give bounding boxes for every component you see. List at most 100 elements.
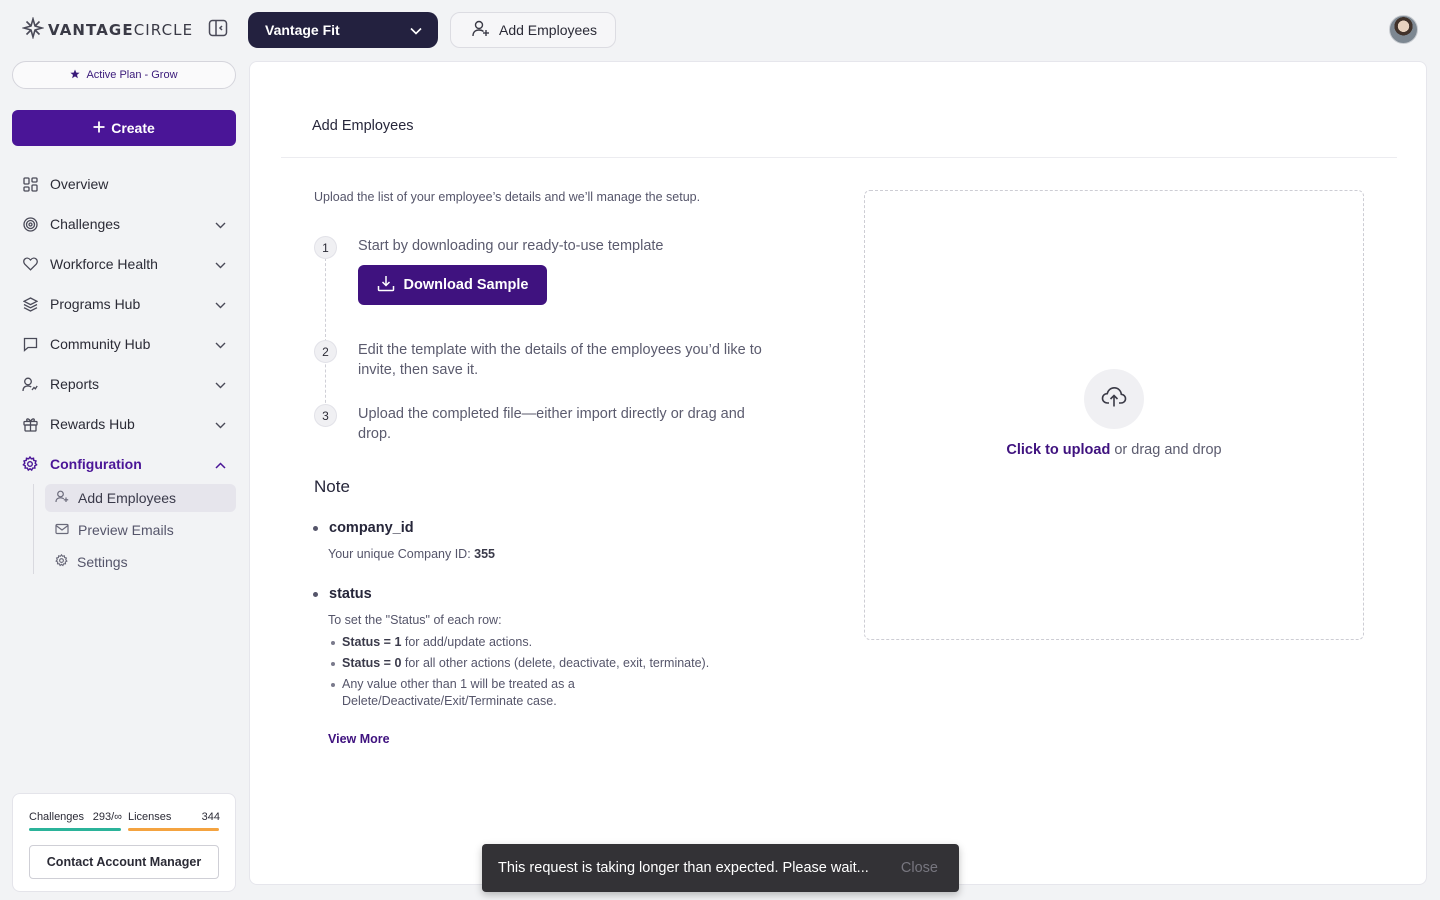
layers-icon <box>22 296 38 312</box>
logo-wordmark: VANTAGECIRCLE <box>48 21 194 39</box>
avatar[interactable] <box>1389 15 1418 44</box>
subnav-item-add-employees[interactable]: Add Employees <box>45 484 236 512</box>
company-id-value: 355 <box>474 547 496 561</box>
upload-instructions: Click to upload or drag and drop <box>1006 442 1222 458</box>
sidebar-item-programs-hub[interactable]: Programs Hub <box>12 284 236 324</box>
licenses-usage-label: Licenses <box>128 811 172 823</box>
heart-icon <box>22 256 38 272</box>
licenses-usage: Licenses 344 <box>128 811 220 823</box>
sidebar-item-label: Workforce Health <box>50 256 158 272</box>
sidebar-item-community-hub[interactable]: Community Hub <box>12 324 236 364</box>
message-icon <box>22 336 38 352</box>
subnav-item-preview-emails[interactable]: Preview Emails <box>45 516 236 544</box>
active-plan-label: Active Plan - Grow <box>86 69 178 81</box>
note-status-key: status <box>312 583 782 605</box>
sidebar-item-label: Community Hub <box>50 336 151 352</box>
sidebar-item-label: Challenges <box>50 216 121 232</box>
status-rule: Status = 0 for all other actions (delete… <box>328 655 782 672</box>
header-add-employees-button[interactable]: Add Employees <box>450 12 616 48</box>
contact-account-manager-button[interactable]: Contact Account Manager <box>29 845 219 879</box>
sidebar-toggle-button[interactable] <box>206 19 230 41</box>
download-sample-label: Download Sample <box>403 277 529 293</box>
grid-icon <box>22 176 38 192</box>
company-id-text: Your unique Company ID: 355 <box>328 547 496 561</box>
intro-text: Upload the list of your employee’s detai… <box>314 190 701 204</box>
view-more-link[interactable]: View More <box>328 732 390 746</box>
user-chart-icon <box>22 376 38 392</box>
steps-connector <box>325 258 326 413</box>
step-3: 3 Upload the completed file—either impor… <box>314 404 768 444</box>
chevron-down-icon <box>215 416 226 432</box>
sidebar-item-rewards-hub[interactable]: Rewards Hub <box>12 404 236 444</box>
gear-icon <box>22 456 38 472</box>
sidebar-nav: Overview Challenges Workforce Health Pro… <box>12 164 236 580</box>
upload-icon-badge <box>1084 369 1144 429</box>
licenses-usage-bar <box>128 828 219 831</box>
status-rules: Status = 1 for add/update actions. Statu… <box>328 634 782 710</box>
chevron-down-icon <box>410 22 422 38</box>
chevron-down-icon <box>215 376 226 392</box>
sidebar-item-workforce-health[interactable]: Workforce Health <box>12 244 236 284</box>
active-plan-badge[interactable]: Active Plan - Grow <box>12 61 236 89</box>
sidebar-item-configuration[interactable]: Configuration <box>12 444 236 484</box>
sidebar-item-label: Reports <box>50 376 100 392</box>
step-1: 1 Start by downloading our ready-to-use … <box>314 236 768 259</box>
note-list: company_id Your unique Company ID: 355 s… <box>312 517 782 714</box>
product-switcher-label: Vantage Fit <box>265 22 340 38</box>
plus-icon <box>93 120 105 136</box>
chevron-down-icon <box>215 296 226 312</box>
header-add-employees-label: Add Employees <box>499 22 598 38</box>
subnav-item-label: Add Employees <box>78 490 177 506</box>
chevron-down-icon <box>215 216 226 232</box>
status-intro: To set the "Status" of each row: <box>328 613 502 627</box>
challenges-usage: Challenges 293/∞ <box>29 811 122 823</box>
target-icon <box>22 216 38 232</box>
mail-icon <box>55 522 69 538</box>
brand-logo[interactable]: VANTAGECIRCLE <box>21 15 194 44</box>
page-title: Add Employees <box>312 118 414 134</box>
toast-close-button[interactable]: Close <box>901 860 938 876</box>
subnav-item-label: Preview Emails <box>78 522 174 538</box>
user-plus-icon <box>55 490 69 506</box>
logo-mark-icon <box>21 15 45 44</box>
status-rule: Any value other than 1 will be treated a… <box>328 676 588 710</box>
cloud-upload-icon <box>1101 386 1127 413</box>
loading-toast: This request is taking longer than expec… <box>482 844 959 892</box>
step-number: 1 <box>314 236 337 259</box>
product-switcher[interactable]: Vantage Fit <box>248 12 438 48</box>
create-button[interactable]: Create <box>12 110 236 146</box>
main-panel: Add Employees Upload the list of your em… <box>249 61 1427 885</box>
create-button-label: Create <box>111 120 155 136</box>
download-sample-button[interactable]: Download Sample <box>358 265 547 305</box>
toast-message: This request is taking longer than expec… <box>498 860 869 876</box>
step-2: 2 Edit the template with the details of … <box>314 340 768 380</box>
challenges-usage-label: Challenges <box>29 811 85 823</box>
click-to-upload-link[interactable]: Click to upload <box>1006 442 1110 458</box>
sidebar-item-challenges[interactable]: Challenges <box>12 204 236 244</box>
note-company-id-key: company_id <box>312 517 782 539</box>
chevron-up-icon <box>215 456 226 472</box>
step-number: 2 <box>314 340 337 363</box>
step-text: Start by downloading our ready-to-use te… <box>358 238 664 254</box>
download-icon <box>377 275 395 296</box>
sidebar-item-label: Programs Hub <box>50 296 141 312</box>
star-icon <box>70 69 81 82</box>
challenges-usage-bar <box>29 828 121 831</box>
sidebar-collapse-icon <box>208 19 228 42</box>
sidebar-item-label: Overview <box>50 176 109 192</box>
licenses-usage-value: 344 <box>201 811 220 823</box>
file-dropzone[interactable]: Click to upload or drag and drop <box>864 190 1364 640</box>
usage-card: Challenges 293/∞ Licenses 344 Contact Ac… <box>12 793 236 892</box>
divider <box>281 157 1397 158</box>
gear-icon <box>55 553 68 570</box>
user-plus-icon <box>472 20 490 40</box>
sidebar-item-overview[interactable]: Overview <box>12 164 236 204</box>
chevron-down-icon <box>215 336 226 352</box>
step-number: 3 <box>314 404 337 427</box>
subnav-item-settings[interactable]: Settings <box>45 548 236 576</box>
step-text: Edit the template with the details of th… <box>358 342 762 378</box>
sidebar-item-reports[interactable]: Reports <box>12 364 236 404</box>
configuration-subnav: Add Employees Preview Emails Settings <box>33 484 236 576</box>
sidebar-item-label: Rewards Hub <box>50 416 135 432</box>
chevron-down-icon <box>215 256 226 272</box>
